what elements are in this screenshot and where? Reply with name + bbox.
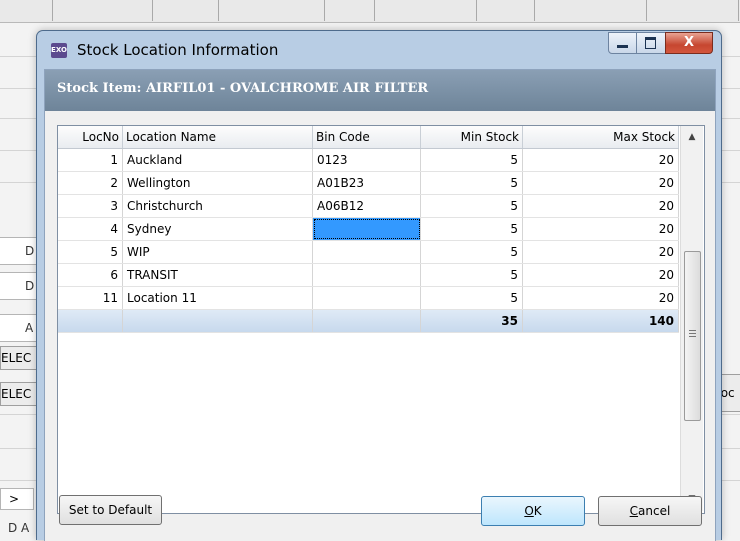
cell-bin-code[interactable]: A06B12 (313, 195, 421, 217)
scrollbar-thumb[interactable] (684, 251, 701, 421)
background-tab[interactable] (646, 0, 739, 21)
totals-cell-empty (123, 310, 313, 332)
total-max-stock: 140 (523, 310, 679, 332)
cell-bin-code[interactable] (313, 241, 421, 263)
cell-min-stock[interactable]: 5 (421, 241, 523, 263)
cell-max-stock[interactable]: 20 (523, 241, 679, 263)
cell-location-name[interactable]: WIP (123, 241, 313, 263)
cell-max-stock[interactable]: 20 (523, 287, 679, 309)
table-row[interactable]: 5 WIP 5 20 (58, 241, 679, 264)
background-button[interactable]: ELEC (0, 382, 40, 406)
background-field-label: A (25, 321, 34, 335)
dialog-titlebar[interactable]: EXO Stock Location Information X (37, 31, 721, 69)
set-to-default-button[interactable]: Set to Default (59, 495, 162, 525)
table-row[interactable]: 3 Christchurch A06B12 5 20 (58, 195, 679, 218)
background-field[interactable]: D (0, 237, 40, 265)
dialog-content: Stock Item: AIRFIL01 - OVALCHROME AIR FI… (44, 69, 716, 541)
cell-bin-code-selected[interactable] (313, 218, 421, 240)
cell-location-name[interactable]: Wellington (123, 172, 313, 194)
background-button[interactable]: ELEC (0, 346, 40, 370)
column-header-min-stock[interactable]: Min Stock (421, 126, 523, 148)
background-tab[interactable] (52, 0, 153, 21)
background-tab[interactable] (476, 0, 535, 21)
background-tab-strip (0, 0, 740, 23)
table-row[interactable]: 1 Auckland 0123 5 20 (58, 149, 679, 172)
grid-header-row: LocNo Location Name Bin Code Min Stock M… (58, 126, 679, 149)
cell-bin-code[interactable]: A01B23 (313, 172, 421, 194)
background-tab[interactable] (152, 0, 219, 21)
totals-row: 35 140 (58, 310, 679, 333)
total-min-stock: 35 (421, 310, 523, 332)
cell-locno[interactable]: 11 (58, 287, 123, 309)
cell-location-name[interactable]: TRANSIT (123, 264, 313, 286)
background-button-label: ELEC (1, 387, 32, 401)
background-tab[interactable] (0, 0, 53, 21)
minimize-button[interactable] (608, 32, 637, 54)
arrow-icon: > (9, 492, 20, 506)
cell-bin-code[interactable] (313, 287, 421, 309)
maximize-icon (645, 37, 656, 49)
close-icon: X (683, 35, 695, 50)
vertical-scrollbar[interactable]: ▲ ▼ (680, 126, 703, 511)
stock-item-label: Stock Item: AIRFIL01 - OVALCHROME AIR FI… (57, 81, 429, 96)
cell-min-stock[interactable]: 5 (421, 287, 523, 309)
table-row[interactable]: 4 Sydney 5 20 (58, 218, 679, 241)
dialog-title: Stock Location Information (77, 41, 279, 59)
cell-max-stock[interactable]: 20 (523, 195, 679, 217)
ok-button[interactable]: OK (481, 496, 585, 526)
maximize-button[interactable] (636, 32, 666, 54)
cell-locno[interactable]: 6 (58, 264, 123, 286)
background-tab[interactable] (324, 0, 375, 21)
cell-locno[interactable]: 2 (58, 172, 123, 194)
cell-location-name[interactable]: Auckland (123, 149, 313, 171)
cell-location-name[interactable]: Sydney (123, 218, 313, 240)
location-grid[interactable]: LocNo Location Name Bin Code Min Stock M… (57, 125, 705, 514)
stock-item-header: Stock Item: AIRFIL01 - OVALCHROME AIR FI… (45, 70, 715, 111)
background-button-label: ELEC (1, 351, 32, 365)
background-tab[interactable] (534, 0, 647, 21)
totals-cell-empty (58, 310, 123, 332)
cell-max-stock[interactable]: 20 (523, 264, 679, 286)
cell-min-stock[interactable]: 5 (421, 149, 523, 171)
cell-location-name[interactable]: Location 11 (123, 287, 313, 309)
cell-max-stock[interactable]: 20 (523, 218, 679, 240)
cell-max-stock[interactable]: 20 (523, 172, 679, 194)
table-row[interactable]: 11 Location 11 5 20 (58, 287, 679, 310)
stock-location-dialog: EXO Stock Location Information X Stock I… (36, 30, 722, 541)
cell-locno[interactable]: 5 (58, 241, 123, 263)
cell-bin-code[interactable] (313, 264, 421, 286)
table-row[interactable]: 6 TRANSIT 5 20 (58, 264, 679, 287)
background-arrow-button[interactable]: > (0, 488, 34, 510)
cell-locno[interactable]: 4 (58, 218, 123, 240)
background-field-label: D (25, 244, 35, 258)
cancel-button[interactable]: Cancel (598, 496, 702, 526)
totals-cell-empty (313, 310, 421, 332)
cell-locno[interactable]: 1 (58, 149, 123, 171)
cell-max-stock[interactable]: 20 (523, 149, 679, 171)
cell-min-stock[interactable]: 5 (421, 218, 523, 240)
column-header-max-stock[interactable]: Max Stock (523, 126, 679, 148)
column-header-locno[interactable]: LocNo (58, 126, 123, 148)
cell-min-stock[interactable]: 5 (421, 195, 523, 217)
cell-locno[interactable]: 3 (58, 195, 123, 217)
column-header-bin-code[interactable]: Bin Code (313, 126, 421, 148)
background-field[interactable]: D (0, 272, 40, 300)
grip-icon (689, 330, 696, 331)
app-logo-icon: EXO (51, 43, 67, 58)
background-tab[interactable] (218, 0, 325, 21)
background-status-text: D A (8, 521, 30, 535)
table-row[interactable]: 2 Wellington A01B23 5 20 (58, 172, 679, 195)
minimize-icon (617, 45, 628, 48)
scroll-up-arrow-icon[interactable]: ▲ (681, 127, 703, 147)
background-tab[interactable] (374, 0, 477, 21)
close-button[interactable]: X (665, 32, 713, 54)
cell-location-name[interactable]: Christchurch (123, 195, 313, 217)
column-header-location-name[interactable]: Location Name (123, 126, 313, 148)
cell-bin-code[interactable]: 0123 (313, 149, 421, 171)
window-controls: X (608, 32, 713, 54)
cell-min-stock[interactable]: 5 (421, 172, 523, 194)
background-field-label: D (25, 279, 35, 293)
cell-min-stock[interactable]: 5 (421, 264, 523, 286)
background-field[interactable]: A (0, 314, 40, 342)
